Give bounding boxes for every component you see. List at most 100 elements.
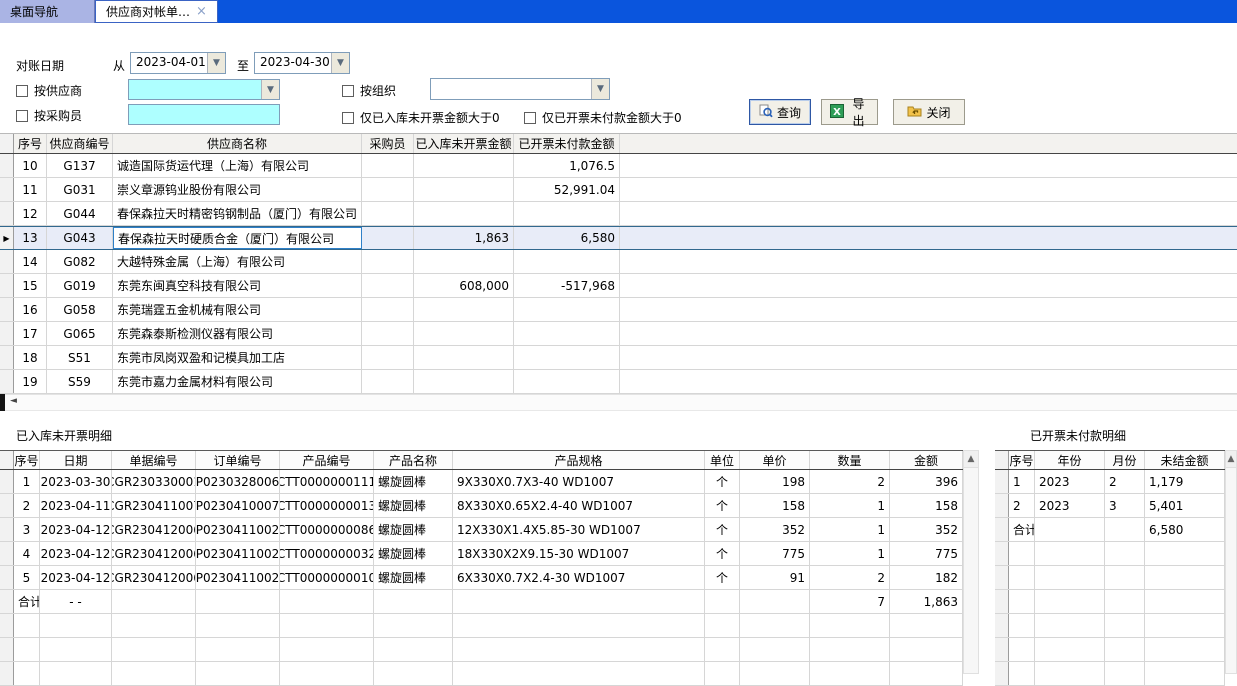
- cell[interactable]: 个: [705, 470, 740, 493]
- cell[interactable]: P0230410007: [196, 494, 280, 517]
- cell[interactable]: [362, 370, 414, 393]
- table-row[interactable]: 19S59东莞市嘉力金属材料有限公司: [0, 370, 1237, 394]
- cell[interactable]: G065: [47, 322, 113, 345]
- tab-desktop-nav[interactable]: 桌面导航: [0, 0, 95, 23]
- cell[interactable]: 8X330X0.65X2.4-40 WD1007: [453, 494, 705, 517]
- row-header-cell[interactable]: [0, 202, 14, 225]
- cell[interactable]: 52,991.04: [514, 178, 620, 201]
- cell[interactable]: 10: [14, 154, 47, 177]
- cell[interactable]: 91: [740, 566, 810, 589]
- row-header-cell[interactable]: [0, 470, 14, 493]
- cell[interactable]: [362, 250, 414, 273]
- row-header-cell[interactable]: [0, 322, 14, 345]
- cell[interactable]: P0230411002: [196, 542, 280, 565]
- checkbox-icon[interactable]: [16, 85, 28, 97]
- cell[interactable]: 1: [810, 494, 890, 517]
- row-header-cell[interactable]: [995, 494, 1009, 517]
- cell[interactable]: [362, 274, 414, 297]
- supplier-combo[interactable]: ▼: [128, 79, 280, 100]
- cell[interactable]: 大越特殊金属（上海）有限公司: [113, 250, 362, 273]
- cell[interactable]: P0230411002: [196, 518, 280, 541]
- cell[interactable]: 东莞东闽真空科技有限公司: [113, 274, 362, 297]
- cell[interactable]: 15: [14, 274, 47, 297]
- tab-supplier-statement[interactable]: 供应商对帐单… ×: [95, 0, 218, 23]
- cell[interactable]: 608,000: [414, 274, 514, 297]
- checkbox-icon[interactable]: [16, 110, 28, 122]
- cell[interactable]: 个: [705, 518, 740, 541]
- table-row[interactable]: 1202321,179: [995, 470, 1225, 494]
- header-cell[interactable]: 金额: [890, 451, 963, 469]
- cell[interactable]: 775: [890, 542, 963, 565]
- cell[interactable]: 158: [890, 494, 963, 517]
- cell[interactable]: P0230411002: [196, 566, 280, 589]
- cell[interactable]: 2023-04-11: [40, 494, 112, 517]
- header-cell[interactable]: 年份: [1035, 451, 1105, 469]
- cell[interactable]: 11: [14, 178, 47, 201]
- cell[interactable]: 螺旋圆棒: [374, 470, 453, 493]
- cell[interactable]: CTT0000000013: [280, 494, 374, 517]
- cell[interactable]: 4: [14, 542, 40, 565]
- cell[interactable]: 12: [14, 202, 47, 225]
- cell[interactable]: 1: [1009, 470, 1035, 493]
- cell[interactable]: G137: [47, 154, 113, 177]
- cell[interactable]: [414, 250, 514, 273]
- scroll-up-icon[interactable]: ▲: [968, 454, 975, 464]
- by-buyer-checkbox[interactable]: 按采购员: [16, 107, 82, 124]
- cell[interactable]: S51: [47, 346, 113, 369]
- header-cell[interactable]: 单位: [705, 451, 740, 469]
- cell[interactable]: [514, 322, 620, 345]
- row-header-cell[interactable]: [0, 178, 14, 201]
- cell[interactable]: 158: [740, 494, 810, 517]
- cell[interactable]: 18: [14, 346, 47, 369]
- row-header-cell[interactable]: [0, 298, 14, 321]
- cell[interactable]: 东莞森泰斯检测仪器有限公司: [113, 322, 362, 345]
- cell[interactable]: CTT0000000032: [280, 542, 374, 565]
- cell[interactable]: 16: [14, 298, 47, 321]
- table-row[interactable]: 42023-04-12CGR230412006P0230411002CTT000…: [0, 542, 963, 566]
- row-header-cell[interactable]: ▶: [0, 227, 14, 249]
- invoiced-table-scrollbar[interactable]: ▲: [1225, 450, 1237, 674]
- cell[interactable]: 1,076.5: [514, 154, 620, 177]
- table-row[interactable]: ▶13G043春保森拉天时硬质合金（厦门）有限公司1,8636,580: [0, 226, 1237, 250]
- cell[interactable]: [362, 298, 414, 321]
- table-row[interactable]: 32023-04-12CGR230412006P0230411002CTT000…: [0, 518, 963, 542]
- cell[interactable]: 个: [705, 566, 740, 589]
- header-cell[interactable]: 未结金额: [1145, 451, 1225, 469]
- row-header-cell[interactable]: [0, 274, 14, 297]
- table-row[interactable]: 2202335,401: [995, 494, 1225, 518]
- cell[interactable]: 2023: [1035, 470, 1105, 493]
- table-row[interactable]: 18S51东莞市凤岗双盈和记模具加工店: [0, 346, 1237, 370]
- header-cell[interactable]: 数量: [810, 451, 890, 469]
- cell[interactable]: 3: [14, 518, 40, 541]
- by-supplier-checkbox[interactable]: 按供应商: [16, 82, 82, 99]
- header-cell[interactable]: 单据编号: [112, 451, 196, 469]
- cell[interactable]: G044: [47, 202, 113, 225]
- header-cell[interactable]: 单价: [740, 451, 810, 469]
- cell[interactable]: [414, 346, 514, 369]
- cell[interactable]: 13: [14, 227, 47, 249]
- cell[interactable]: 东莞瑞霆五金机械有限公司: [113, 298, 362, 321]
- close-button[interactable]: 关闭: [893, 99, 965, 125]
- scrollbar-splitter[interactable]: [0, 394, 5, 411]
- only-invoiced-checkbox[interactable]: 仅已开票未付款金额大于0: [524, 109, 682, 126]
- received-table-scrollbar[interactable]: ▲: [963, 450, 979, 674]
- row-header-cell[interactable]: [0, 494, 14, 517]
- table-row[interactable]: 14G082大越特殊金属（上海）有限公司: [0, 250, 1237, 274]
- cell[interactable]: [414, 370, 514, 393]
- chevron-down-icon[interactable]: ▼: [591, 79, 609, 99]
- cell[interactable]: 2023-03-30: [40, 470, 112, 493]
- cell[interactable]: 2: [14, 494, 40, 517]
- header-cell[interactable]: 序号: [14, 134, 47, 153]
- cell[interactable]: 17: [14, 322, 47, 345]
- chevron-down-icon[interactable]: ▼: [331, 53, 349, 73]
- cell[interactable]: [514, 202, 620, 225]
- scroll-up-icon[interactable]: ▲: [1228, 454, 1235, 464]
- header-cell[interactable]: 日期: [40, 451, 112, 469]
- cell[interactable]: [414, 202, 514, 225]
- horizontal-scrollbar[interactable]: [0, 394, 1237, 411]
- cell[interactable]: 春保森拉天时硬质合金（厦门）有限公司: [113, 227, 362, 249]
- cell[interactable]: 个: [705, 494, 740, 517]
- only-inbound-checkbox[interactable]: 仅已入库未开票金额大于0: [342, 109, 500, 126]
- cell[interactable]: 18X330X2X9.15-30 WD1007: [453, 542, 705, 565]
- cell[interactable]: 1: [14, 470, 40, 493]
